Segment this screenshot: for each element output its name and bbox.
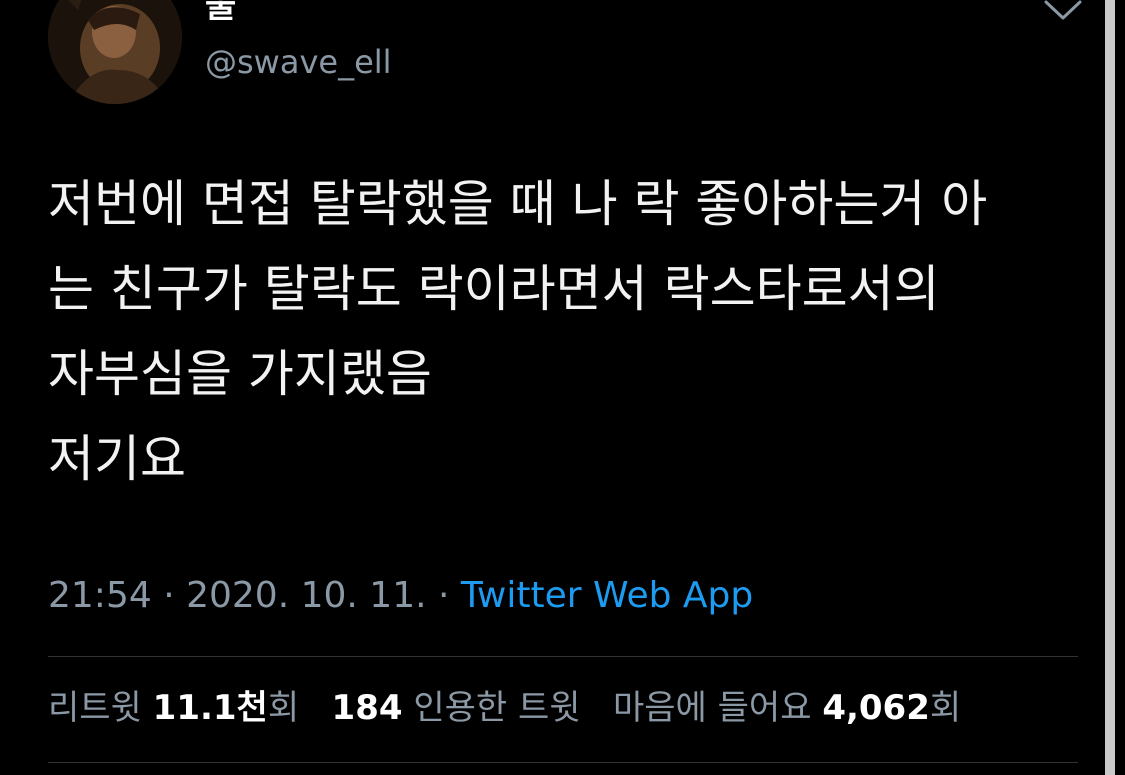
retweets-stat[interactable]: 리트윗 11.1천회 [48,688,310,728]
user-handle[interactable]: @swave_ell [205,42,392,82]
avatar[interactable] [48,0,182,104]
retweets-count: 11.1천 [152,688,268,728]
retweets-suffix: 회 [267,688,300,728]
likes-suffix: 회 [929,688,962,728]
tweet-line: 저기요 [48,430,186,488]
chevron-down-icon[interactable] [1040,0,1086,30]
tweet-line: 저번에 면접 탈락했을 때 나 락 좋아하는거 아 [48,175,988,233]
display-name[interactable]: 울 [205,0,236,26]
tweet-meta: 21:54 · 2020. 10. 11. · Twitter Web App [48,574,753,618]
retweets-label: 리트윗 [48,688,142,728]
divider [48,656,1078,657]
avatar-photo [48,0,182,104]
tweet-source-link[interactable]: Twitter Web App [461,575,753,616]
tweet-date[interactable]: 2020. 10. 11. [186,575,426,616]
quotes-label: 인용한 트윗 [413,688,581,728]
meta-separator: · [151,575,187,616]
quotes-stat[interactable]: 184 인용한 트윗 [332,688,592,728]
tweet-time[interactable]: 21:54 [48,575,152,616]
quotes-count: 184 [331,688,403,728]
tweet-stats: 리트윗 11.1천회 184 인용한 트윗 마음에 들어요 4,062회 [48,686,961,730]
tweet-text: 저번에 면접 탈락했을 때 나 락 좋아하는거 아 는 친구가 탈락도 락이라면… [48,162,1093,502]
scrollbar[interactable] [1105,0,1115,775]
meta-separator: · [426,575,461,616]
likes-label: 마음에 들어요 [613,688,812,728]
tweet-line: 는 친구가 탈락도 락이라면서 락스타로서의 [48,260,940,318]
tweet-line: 자부심을 가지랬음 [48,345,432,403]
likes-count: 4,062 [822,688,930,728]
divider [48,762,1078,763]
likes-stat[interactable]: 마음에 들어요 4,062회 [613,688,961,728]
